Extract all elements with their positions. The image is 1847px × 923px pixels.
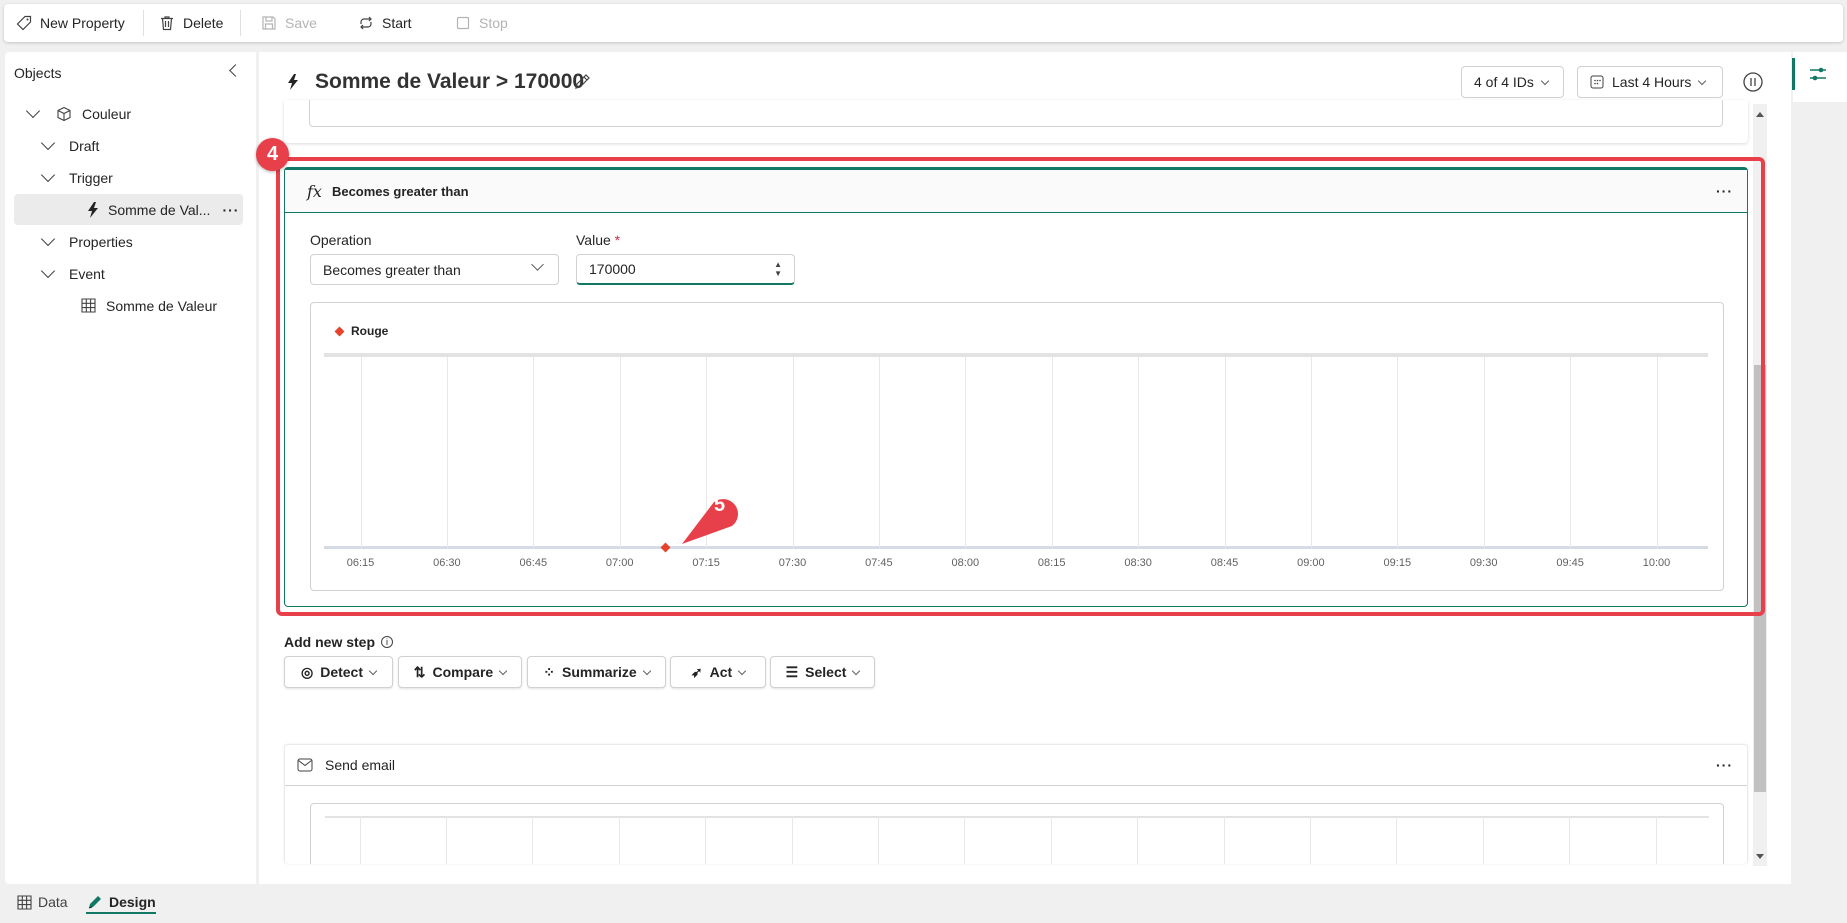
pause-icon[interactable] — [1742, 71, 1764, 93]
chevron-down-icon — [642, 666, 651, 675]
start-button[interactable]: Start — [358, 4, 412, 42]
chevron-down-icon — [1698, 76, 1707, 85]
compare-button[interactable]: ⇅ Compare — [398, 656, 522, 688]
divider — [240, 10, 241, 36]
loop-icon — [360, 16, 372, 30]
summarize-button[interactable]: ⁘ Summarize — [527, 656, 666, 688]
email-gridline — [445, 816, 447, 864]
delete-button[interactable]: Delete — [159, 4, 223, 42]
target-icon: ◎ — [300, 663, 314, 680]
calendar-icon — [1590, 75, 1604, 89]
new-property-button[interactable]: New Property — [16, 4, 125, 42]
collapse-panel-icon[interactable] — [229, 64, 242, 77]
annotation-highlight-box — [276, 157, 1765, 616]
chevron-down-icon — [25, 103, 41, 119]
divider — [143, 10, 144, 36]
email-gridline — [1482, 816, 1484, 864]
previous-step-card — [284, 100, 1748, 143]
chevron-down-icon — [737, 666, 747, 675]
chevron-down-icon — [40, 263, 56, 279]
email-gridline — [1223, 816, 1225, 864]
tree-item-draft[interactable]: Draft — [40, 130, 99, 161]
chevron-down-icon — [40, 231, 56, 247]
email-gridline — [791, 816, 793, 864]
trash-icon — [161, 16, 173, 31]
compare-arrows-icon: ⇅ — [413, 663, 426, 680]
email-gridline — [877, 816, 879, 864]
toolbar: New Property Delete Save Start Stop — [4, 4, 1843, 42]
chevron-down-icon — [498, 666, 508, 675]
chevron-down-icon — [1540, 76, 1550, 85]
email-gridline — [1655, 816, 1657, 864]
annotation-badge-5: 5 — [714, 494, 726, 516]
email-gridline — [1050, 816, 1052, 864]
send-email-header: Send email ··· — [285, 745, 1747, 786]
save-button[interactable]: Save — [261, 4, 317, 42]
email-gridline — [1569, 816, 1571, 864]
email-gridline — [1309, 816, 1311, 864]
scroll-up-arrow[interactable] — [1756, 112, 1764, 117]
tab-design[interactable]: Design — [87, 894, 156, 910]
email-gridline — [705, 816, 707, 864]
tree-item-properties[interactable]: Properties — [40, 226, 133, 257]
email-gridline — [1137, 816, 1139, 864]
send-email-card: Send email ··· — [284, 744, 1748, 864]
chevron-down-icon — [368, 666, 378, 675]
chevron-down-icon — [852, 666, 861, 675]
page-title: Somme de Valeur > 170000 — [315, 70, 585, 93]
checklist-icon: ☰ — [785, 663, 799, 680]
more-options-icon[interactable]: ··· — [222, 202, 239, 218]
active-tab-underline — [86, 912, 156, 914]
act-button[interactable]: ➶ Act — [670, 656, 766, 688]
table-icon — [81, 298, 96, 313]
settings-sliders-icon[interactable] — [1808, 64, 1828, 84]
add-step-label: Add new step i — [284, 634, 394, 650]
select-button[interactable]: ☰ Select — [770, 656, 875, 688]
email-gridline — [359, 816, 361, 864]
stop-button[interactable]: Stop — [455, 4, 508, 42]
panel-title: Objects — [14, 65, 62, 81]
rocket-icon: ➶ — [690, 663, 703, 680]
detect-button[interactable]: ◎ Detect — [284, 656, 393, 688]
tab-data[interactable]: Data — [17, 894, 68, 910]
tree-item-event[interactable]: Event — [40, 258, 105, 289]
previous-step-content — [309, 100, 1723, 127]
info-icon[interactable]: i — [381, 636, 394, 648]
tag-icon — [16, 15, 32, 31]
save-icon — [262, 16, 276, 30]
chevron-down-icon — [40, 167, 56, 183]
objects-panel: Objects Couleur Draft Trigger Somme de V… — [5, 52, 256, 884]
lightning-icon — [88, 201, 98, 218]
ids-filter-dropdown[interactable]: 4 of 4 IDs — [1461, 66, 1564, 98]
email-gridline — [964, 816, 966, 864]
summarize-icon: ⁘ — [543, 663, 556, 680]
stop-icon — [456, 16, 470, 30]
time-range-dropdown[interactable]: Last 4 Hours — [1577, 66, 1723, 98]
active-indicator — [1792, 58, 1795, 90]
tree-item-somme-de-valeur-event[interactable]: Somme de Valeur — [81, 290, 217, 321]
cube-icon — [57, 106, 71, 121]
chevron-down-icon — [40, 135, 56, 151]
email-gridline — [532, 816, 534, 864]
email-chart-panel — [310, 803, 1724, 864]
design-pencil-icon — [88, 896, 101, 909]
edit-pencil-icon[interactable] — [573, 73, 591, 91]
tree-item-trigger[interactable]: Trigger — [40, 162, 113, 193]
annotation-badge-4: 4 — [256, 138, 289, 171]
email-gridline — [618, 816, 620, 864]
more-options-icon[interactable]: ··· — [1716, 757, 1733, 773]
tree-item-somme-de-valeur-trigger[interactable]: Somme de Val... ··· — [14, 194, 243, 225]
email-gridline — [1396, 816, 1398, 864]
scroll-down-arrow[interactable] — [1756, 854, 1764, 859]
table-icon — [17, 894, 32, 910]
lightning-icon — [288, 74, 298, 90]
mail-icon — [297, 758, 313, 772]
tree-item-couleur[interactable]: Couleur — [25, 98, 131, 129]
